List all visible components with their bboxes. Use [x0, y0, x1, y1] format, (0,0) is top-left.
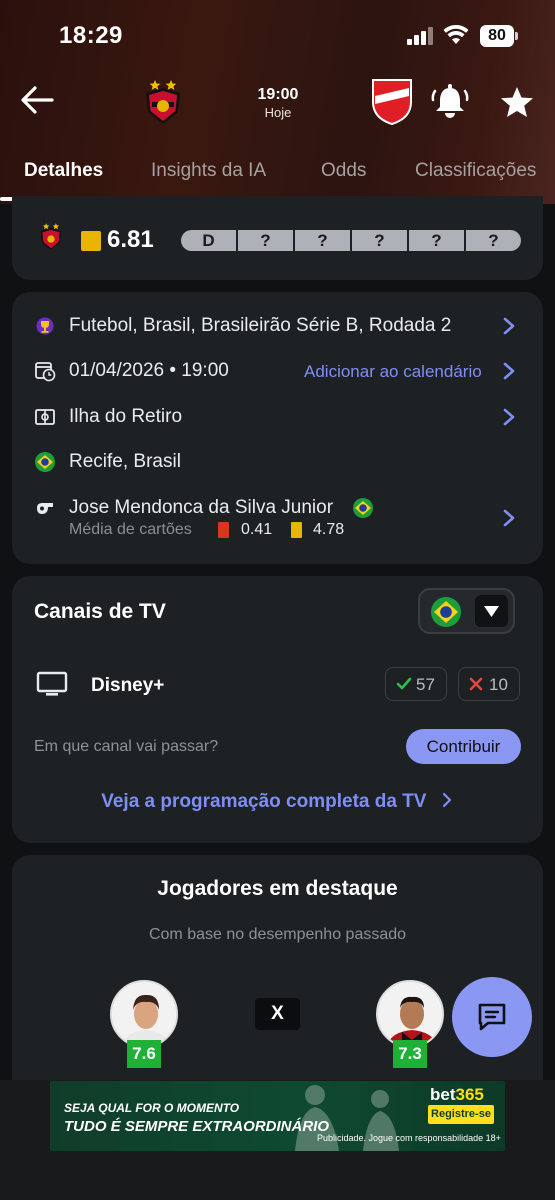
brazil-flag-icon: [431, 597, 461, 627]
channel-question: Em que canal vai passar?: [34, 738, 219, 755]
chevron-right-icon[interactable]: [502, 361, 516, 381]
ad-brand-part: bet: [430, 1085, 456, 1104]
match-info-card: Futebol, Brasil, Brasileirão Série B, Ro…: [12, 292, 543, 564]
tv-guide-link-label: Veja a programação completa da TV: [101, 791, 427, 812]
cards-average-label: Média de cartões: [69, 521, 192, 538]
players-section-subtitle: Com base no desempenho passado: [148, 926, 407, 943]
team-rating: 6.81: [107, 226, 154, 253]
battery-indicator: 80: [480, 25, 514, 47]
signal-icon: [407, 27, 433, 45]
tv-channels-card: Canais de TV Disney+ 57 10 Em que canal …: [12, 576, 543, 843]
ad-banner[interactable]: SEJA QUAL FOR O MOMENTO TUDO É SEMPRE EX…: [50, 1081, 505, 1151]
chevron-right-icon: [503, 509, 515, 527]
trophy-icon: [36, 317, 54, 335]
match-kickoff-time: 19:00: [257, 86, 299, 103]
favorite-star-icon[interactable]: [498, 84, 536, 120]
location-text: Recife, Brasil: [69, 451, 181, 472]
status-time: 18:29: [59, 22, 123, 49]
downvote-button[interactable]: 10: [458, 667, 520, 701]
downvote-count: 10: [489, 675, 508, 694]
brazil-flag-icon: [35, 452, 55, 472]
chevron-right-icon: [503, 408, 515, 426]
venue-name: Ilha do Retiro: [69, 406, 183, 427]
wifi-icon: [443, 25, 469, 44]
yellow-card-icon: [291, 522, 302, 538]
match-day: Hoje: [264, 105, 292, 120]
tab-classificacoes[interactable]: Classificações: [415, 160, 536, 182]
check-icon: [396, 677, 412, 690]
stadium-icon: [35, 409, 55, 425]
recent-form-strip[interactable]: D ? ? ? ? ?: [181, 230, 521, 251]
upvote-count: 57: [416, 675, 435, 694]
brazil-flag-icon: [353, 498, 373, 518]
referee-name: Jose Mendonca da Silva Junior: [69, 497, 334, 518]
form-result: ?: [236, 230, 293, 251]
tv-guide-link[interactable]: Veja a programação completa da TV: [12, 791, 543, 813]
contribute-button[interactable]: Contribuir: [406, 729, 521, 764]
away-team-crest-icon[interactable]: [369, 76, 415, 126]
ad-headline: SEJA QUAL FOR O MOMENTO: [64, 1101, 240, 1115]
ad-brand-logo: bet365: [430, 1085, 484, 1105]
away-player-avatar[interactable]: [376, 980, 444, 1048]
chevron-down-icon: [484, 606, 499, 617]
rating-color-square: [81, 231, 101, 251]
whistle-icon: [37, 503, 53, 514]
form-result: D: [202, 231, 215, 250]
tab-insights[interactable]: Insights da IA: [151, 160, 266, 182]
chat-icon: [478, 1003, 506, 1031]
home-player-rating: 7.6: [127, 1040, 161, 1068]
channel-name[interactable]: Disney+: [91, 675, 164, 697]
tv-section-title: Canais de TV: [34, 600, 166, 623]
cross-icon: [469, 677, 483, 691]
team-form-card: 6.81 D ? ? ? ? ?: [12, 196, 543, 280]
chevron-right-icon: [442, 792, 451, 808]
home-team-crest-icon[interactable]: [140, 76, 186, 126]
match-datetime: 01/04/2026 • 19:00: [69, 360, 229, 381]
versus-label: X: [255, 998, 300, 1030]
player-photo: [112, 982, 176, 1046]
ad-tagline: TUDO É SEMPRE EXTRAORDINÁRIO: [64, 1118, 330, 1135]
player-photo: [378, 982, 442, 1046]
form-result: ?: [464, 230, 521, 251]
upvote-button[interactable]: 57: [385, 667, 447, 701]
competition-row[interactable]: Futebol, Brasil, Brasileirão Série B, Ro…: [12, 308, 543, 344]
form-result: ?: [350, 230, 407, 251]
tv-icon: [36, 671, 68, 696]
yellow-card-average: 4.78: [313, 521, 345, 538]
back-arrow-icon[interactable]: [18, 82, 58, 118]
featured-players-card: Jogadores em destaque Com base no desemp…: [12, 855, 543, 1115]
location-row: Recife, Brasil: [12, 444, 543, 480]
home-team-crest-icon: [40, 223, 62, 250]
calendar-clock-icon: [35, 362, 56, 382]
battery-cap: [515, 32, 518, 40]
competition-text: Futebol, Brasil, Brasileirão Série B, Ro…: [69, 315, 452, 336]
match-header: 18:29 80 19:00 Hoje Detalhes Insights da…: [0, 0, 555, 204]
add-to-calendar-link[interactable]: Adicionar ao calendário: [304, 362, 482, 382]
tab-detalhes[interactable]: Detalhes: [24, 160, 103, 182]
form-result: ?: [293, 230, 350, 251]
datetime-row: 01/04/2026 • 19:00 Adicionar ao calendár…: [12, 353, 543, 389]
red-card-average: 0.41: [241, 521, 273, 538]
venue-row[interactable]: Ilha do Retiro: [12, 399, 543, 435]
country-selector[interactable]: [418, 588, 515, 634]
chat-button[interactable]: [452, 977, 532, 1057]
away-player-rating: 7.3: [393, 1040, 427, 1068]
ad-disclaimer: Publicidade. Jogue com responsabilidade …: [317, 1133, 501, 1143]
ad-register-button[interactable]: Registre-se: [428, 1105, 494, 1124]
dropdown-toggle[interactable]: [475, 595, 508, 627]
red-card-icon: [218, 522, 229, 538]
status-bar: 18:29 80: [0, 0, 555, 70]
tab-odds[interactable]: Odds: [321, 160, 366, 182]
chevron-right-icon: [503, 317, 515, 335]
ad-brand-part: 365: [455, 1085, 484, 1104]
players-section-title: Jogadores em destaque: [157, 877, 398, 900]
form-result: ?: [407, 230, 464, 251]
home-player-avatar[interactable]: [110, 980, 178, 1048]
bell-icon[interactable]: [430, 82, 470, 120]
